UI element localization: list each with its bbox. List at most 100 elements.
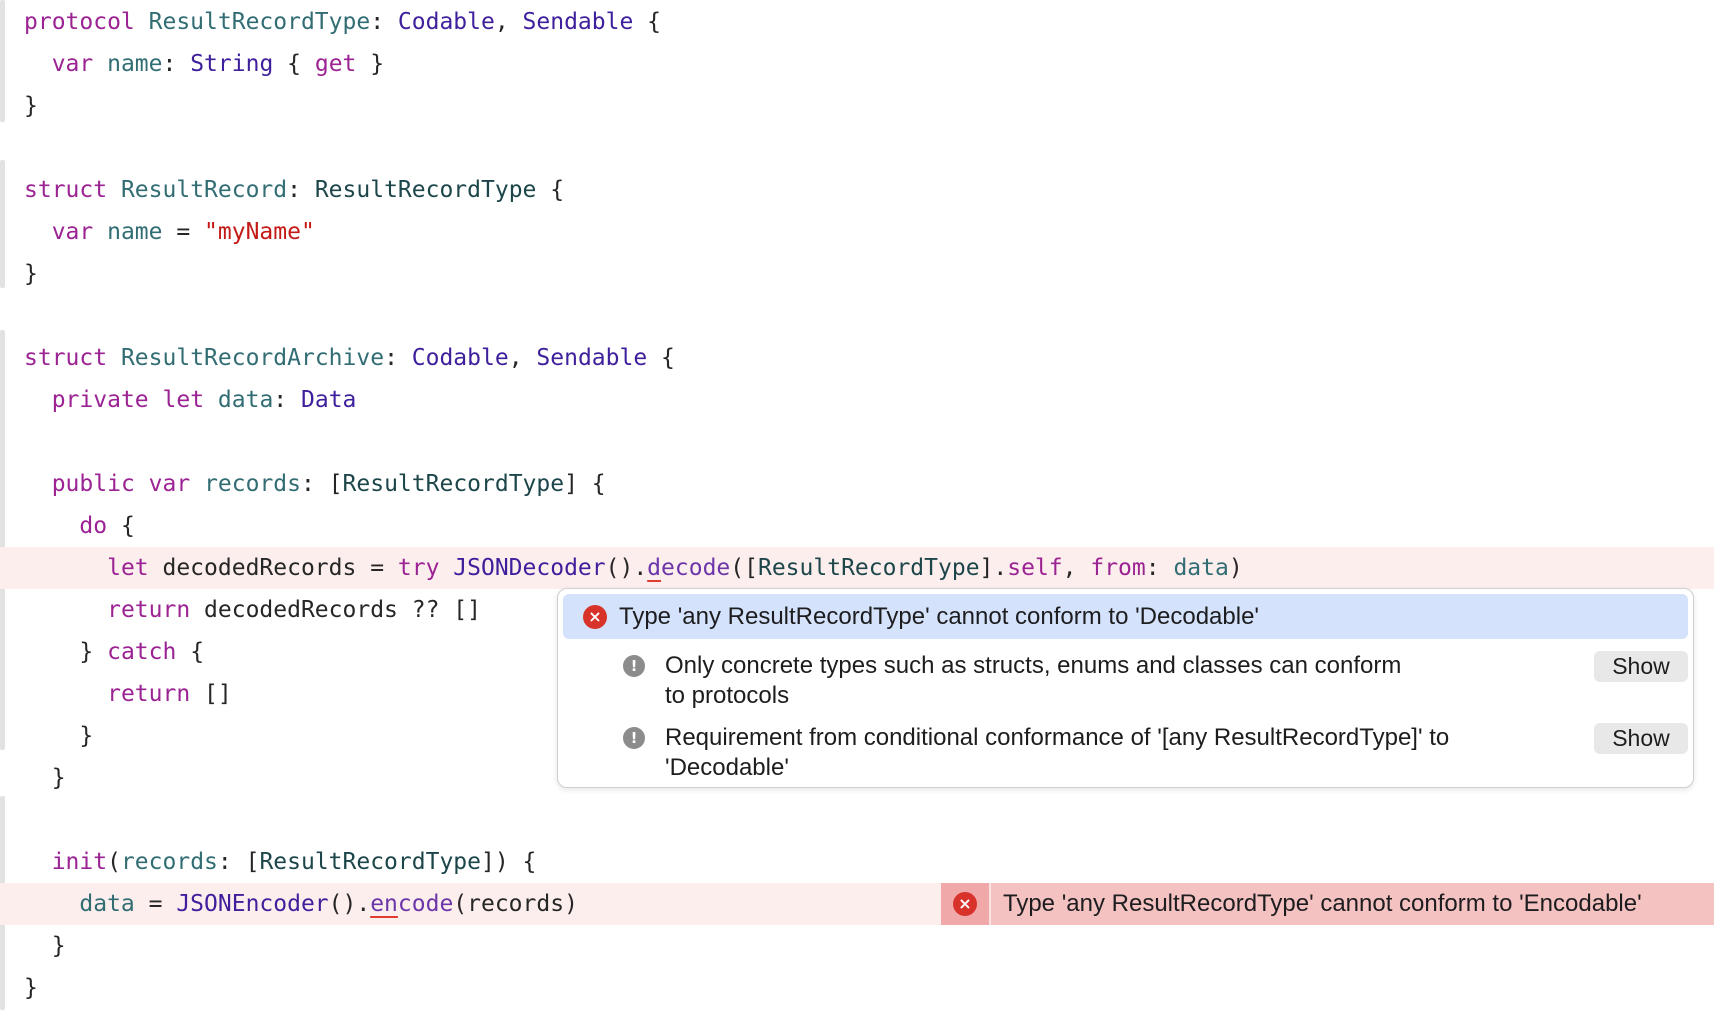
code-line[interactable]: return [] bbox=[24, 673, 232, 715]
code-token: var bbox=[51, 51, 94, 77]
code-line[interactable]: let decodedRecords = try JSONDecoder().d… bbox=[24, 547, 1243, 589]
code-token: : bbox=[273, 387, 301, 413]
code-token: { bbox=[633, 9, 662, 35]
code-line[interactable]: var name: String { get } bbox=[24, 43, 384, 85]
code-token: do bbox=[79, 513, 108, 539]
code-token: ] { bbox=[564, 471, 606, 497]
code-token: Sendable bbox=[522, 9, 634, 35]
code-line[interactable]: struct ResultRecord: ResultRecordType { bbox=[24, 169, 564, 211]
show-note-button[interactable]: Show bbox=[1594, 651, 1688, 682]
code-token: : bbox=[162, 51, 191, 77]
code-line[interactable]: private let data: Data bbox=[24, 379, 357, 421]
code-token: var bbox=[148, 471, 191, 497]
error-x-circle-icon: × bbox=[953, 892, 977, 916]
code-token: : [ bbox=[217, 849, 260, 875]
inline-error-banner[interactable]: × Type 'any ResultRecordType' cannot con… bbox=[941, 883, 1714, 925]
code-line[interactable]: return decodedRecords ?? [] bbox=[24, 589, 481, 631]
code-token: String bbox=[190, 51, 274, 77]
code-token: [] bbox=[190, 681, 232, 707]
code-token: Codable bbox=[411, 345, 509, 371]
code-token: } bbox=[24, 261, 38, 287]
code-token: ResultRecord bbox=[120, 177, 288, 203]
code-token: (records) bbox=[453, 891, 578, 917]
code-line[interactable]: } bbox=[24, 757, 66, 799]
code-token: records bbox=[120, 849, 218, 875]
issue-popover[interactable]: × Type 'any ResultRecordType' cannot con… bbox=[557, 588, 1694, 788]
code-token: ( bbox=[107, 849, 121, 875]
code-line[interactable]: protocol ResultRecordType: Codable, Send… bbox=[24, 1, 661, 43]
code-token: init bbox=[51, 849, 108, 875]
code-line[interactable]: } bbox=[24, 85, 38, 127]
show-note-button[interactable]: Show bbox=[1594, 723, 1688, 754]
code-token: : bbox=[287, 177, 315, 203]
code-line[interactable]: } bbox=[24, 715, 93, 757]
code-token: let bbox=[162, 387, 205, 413]
code-token: ]) { bbox=[481, 849, 537, 875]
code-line[interactable]: init(records: [ResultRecordType]) { bbox=[24, 841, 537, 883]
code-token: self bbox=[1007, 555, 1063, 581]
code-token: return bbox=[107, 681, 191, 707]
code-token: en bbox=[370, 891, 398, 917]
primary-issue-text: Type 'any ResultRecordType' cannot confo… bbox=[619, 603, 1260, 630]
code-token: ResultRecordType bbox=[148, 9, 371, 35]
code-token: decodedRecords = bbox=[148, 555, 398, 581]
code-line[interactable]: struct ResultRecordArchive: Codable, Sen… bbox=[24, 337, 675, 379]
code-token: } bbox=[24, 93, 38, 119]
code-token: data bbox=[217, 387, 274, 413]
code-token: public bbox=[51, 471, 135, 497]
code-line[interactable]: } bbox=[24, 253, 38, 295]
code-token: data bbox=[1173, 555, 1229, 581]
code-line[interactable]: } bbox=[24, 925, 66, 967]
code-token: catch bbox=[107, 639, 177, 665]
code-token: = bbox=[134, 891, 177, 917]
code-token: } bbox=[24, 639, 108, 665]
code-line[interactable]: public var records: [ResultRecordType] { bbox=[24, 463, 606, 505]
error-x-circle-icon: × bbox=[583, 605, 607, 629]
gutter-change-bar bbox=[0, 160, 5, 288]
code-line[interactable]: do { bbox=[24, 505, 134, 547]
code-token: data bbox=[79, 891, 135, 917]
inline-error-icon-cell[interactable]: × bbox=[941, 883, 991, 925]
gutter-change-bar bbox=[0, 330, 5, 750]
code-line[interactable]: } bbox=[24, 967, 38, 1009]
code-token: { bbox=[536, 177, 565, 203]
code-token: ResultRecordType bbox=[314, 177, 537, 203]
gutter-change-bar bbox=[0, 0, 5, 122]
code-token: (). bbox=[328, 891, 371, 917]
code-token: Sendable bbox=[536, 345, 648, 371]
code-token: : bbox=[384, 345, 412, 371]
issue-note-row[interactable]: ! Requirement from conditional conforman… bbox=[558, 719, 1693, 785]
code-line[interactable]: data = JSONEncoder().encode(records) bbox=[24, 883, 578, 925]
code-token: : bbox=[370, 9, 398, 35]
exclamation-circle-icon: ! bbox=[623, 727, 645, 749]
code-line[interactable]: } catch { bbox=[24, 631, 204, 673]
code-line[interactable]: var name = "myName" bbox=[24, 211, 315, 253]
code-token: ResultRecordArchive bbox=[120, 345, 385, 371]
issue-note-text: Only concrete types such as structs, enu… bbox=[665, 652, 1402, 709]
code-token: , bbox=[494, 9, 523, 35]
code-token: } bbox=[24, 975, 38, 1001]
code-token: = bbox=[162, 219, 205, 245]
issue-note-row[interactable]: ! Only concrete types such as structs, e… bbox=[558, 647, 1693, 713]
code-token: get bbox=[314, 51, 357, 77]
primary-issue-row[interactable]: × Type 'any ResultRecordType' cannot con… bbox=[563, 594, 1688, 639]
code-editor[interactable]: protocol ResultRecordType: Codable, Send… bbox=[0, 0, 1714, 1010]
code-token: : bbox=[1145, 555, 1174, 581]
inline-error-text: Type 'any ResultRecordType' cannot confo… bbox=[1003, 890, 1642, 917]
code-token: (). bbox=[605, 555, 648, 581]
code-token: decodedRecords ?? [] bbox=[190, 597, 481, 623]
code-token: ResultRecordType bbox=[342, 471, 565, 497]
exclamation-circle-icon: ! bbox=[623, 655, 645, 677]
